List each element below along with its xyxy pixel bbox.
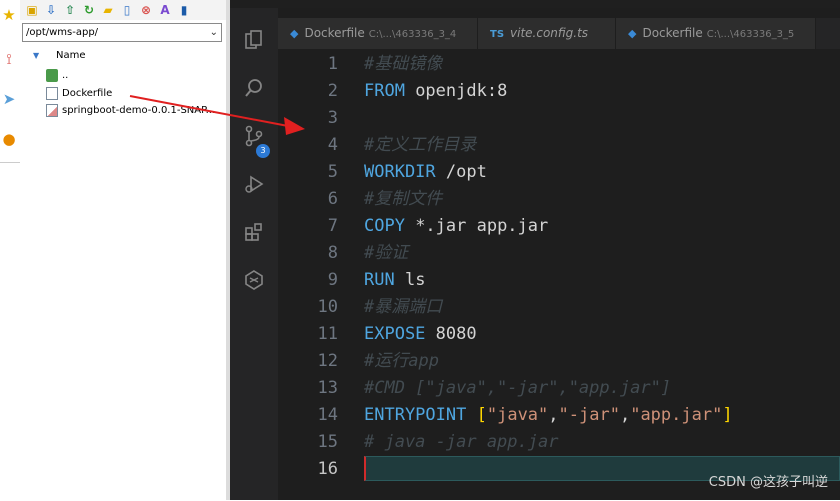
red-arrow-annotation bbox=[129, 95, 305, 135]
